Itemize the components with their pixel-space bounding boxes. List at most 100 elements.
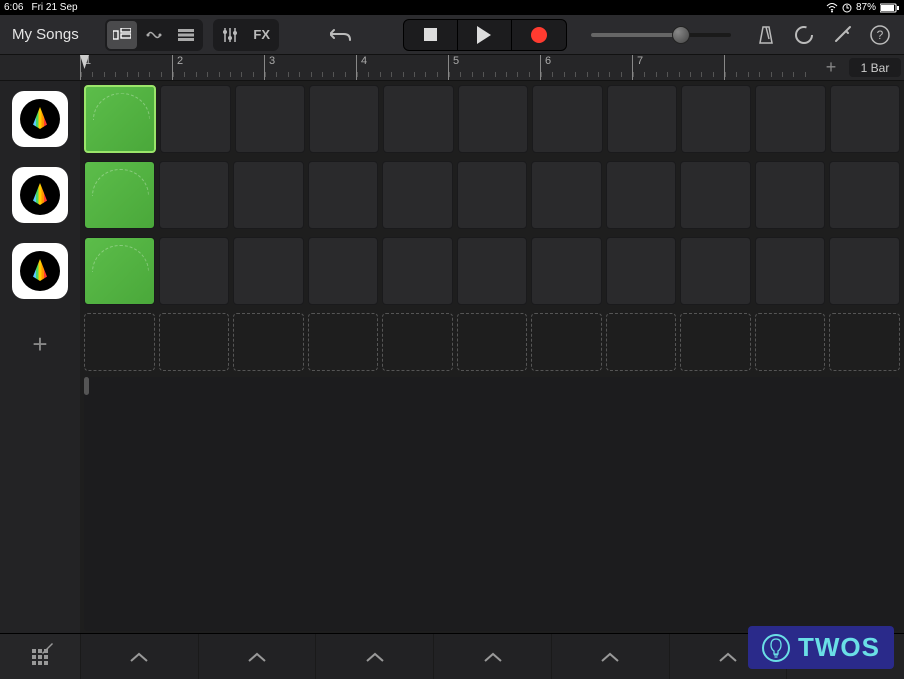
- loop-cell[interactable]: [235, 85, 305, 153]
- svg-text:?: ?: [877, 28, 884, 42]
- empty-loop-cell[interactable]: [84, 313, 155, 371]
- record-button[interactable]: [512, 20, 566, 50]
- loop-cell[interactable]: [233, 161, 304, 229]
- ruler-bar-5[interactable]: 5: [448, 55, 540, 80]
- loop-cell[interactable]: [681, 85, 751, 153]
- metronome-button[interactable]: [754, 23, 778, 47]
- loop-cell[interactable]: [829, 161, 900, 229]
- loop-cell[interactable]: [457, 237, 528, 305]
- track-row-2: [80, 157, 904, 233]
- empty-loop-cell[interactable]: [382, 313, 453, 371]
- loop-cell[interactable]: [458, 85, 528, 153]
- scene-trigger-3[interactable]: [315, 634, 433, 679]
- track-header-3[interactable]: [0, 233, 80, 309]
- volume-thumb[interactable]: [672, 26, 690, 44]
- loop-cell[interactable]: [755, 161, 826, 229]
- loop-cell[interactable]: [382, 161, 453, 229]
- tracks-view-button[interactable]: [107, 21, 137, 49]
- live-loops-button[interactable]: [139, 21, 169, 49]
- scene-trigger-1[interactable]: [80, 634, 198, 679]
- ruler-bar-8[interactable]: [724, 55, 816, 80]
- loop-cell[interactable]: [457, 161, 528, 229]
- ruler-bar-3[interactable]: 3: [264, 55, 356, 80]
- master-volume-slider[interactable]: [591, 33, 731, 37]
- scene-trigger-4[interactable]: [433, 634, 551, 679]
- settings-button[interactable]: [830, 23, 854, 47]
- empty-loop-cell[interactable]: [606, 313, 677, 371]
- empty-loop-cell[interactable]: [159, 313, 230, 371]
- ruler-spacer: [0, 55, 80, 80]
- timeline-ruler[interactable]: 1 2 3 4 5 6 7: [80, 55, 816, 80]
- loop-cell[interactable]: [159, 237, 230, 305]
- loop-cell[interactable]: [159, 161, 230, 229]
- track-header-1[interactable]: [0, 81, 80, 157]
- view-mode-group: [105, 19, 203, 51]
- loop-cell[interactable]: [606, 237, 677, 305]
- fx-button[interactable]: FX: [247, 21, 277, 49]
- empty-loop-cell[interactable]: [233, 313, 304, 371]
- loop-cell[interactable]: [680, 237, 751, 305]
- stop-button[interactable]: [404, 20, 458, 50]
- track-settings-button[interactable]: [215, 21, 245, 49]
- empty-loop-cell[interactable]: [531, 313, 602, 371]
- loop-cell[interactable]: [309, 85, 379, 153]
- loop-cell[interactable]: [829, 237, 900, 305]
- loop-cell[interactable]: [233, 237, 304, 305]
- bar-label: 3: [269, 55, 275, 67]
- scroll-area[interactable]: [84, 377, 900, 631]
- lightbulb-icon: [762, 634, 790, 662]
- empty-loop-cell[interactable]: [457, 313, 528, 371]
- loop-cell[interactable]: [308, 237, 379, 305]
- undo-button[interactable]: [323, 20, 359, 50]
- loop-cell[interactable]: [680, 161, 751, 229]
- loop-cell[interactable]: [606, 161, 677, 229]
- loop-button[interactable]: [792, 23, 816, 47]
- loop-cell[interactable]: [531, 237, 602, 305]
- help-button[interactable]: ?: [868, 23, 892, 47]
- loop-cell[interactable]: [531, 161, 602, 229]
- loop-cell[interactable]: [830, 85, 900, 153]
- ruler-bar-4[interactable]: 4: [356, 55, 448, 80]
- loop-cell[interactable]: [84, 161, 155, 229]
- scene-trigger-5[interactable]: [551, 634, 669, 679]
- battery-pct: 87%: [856, 2, 876, 13]
- rotation-lock-icon: [842, 3, 852, 13]
- bar-label: 6: [545, 55, 551, 67]
- ruler-bar-7[interactable]: 7: [632, 55, 724, 80]
- snap-value-button[interactable]: 1 Bar: [849, 58, 901, 77]
- scene-trigger-2[interactable]: [198, 634, 316, 679]
- empty-loop-cell[interactable]: [308, 313, 379, 371]
- bar-label: 4: [361, 55, 367, 67]
- add-track-button[interactable]: +: [0, 309, 80, 379]
- watermark-badge: TWOS: [748, 626, 894, 669]
- wifi-icon: [826, 3, 838, 13]
- loop-cell[interactable]: [382, 237, 453, 305]
- loop-cell[interactable]: [755, 85, 825, 153]
- loop-cell[interactable]: [84, 237, 155, 305]
- beat-sequencer-icon: [12, 167, 68, 223]
- my-songs-button[interactable]: My Songs: [4, 26, 87, 43]
- loop-cell[interactable]: [383, 85, 453, 153]
- empty-loop-cell[interactable]: [829, 313, 900, 371]
- list-view-button[interactable]: [171, 21, 201, 49]
- loop-cell[interactable]: [607, 85, 677, 153]
- scrollbar-thumb[interactable]: [84, 377, 89, 395]
- loop-cell[interactable]: [160, 85, 230, 153]
- transport-controls: [403, 19, 567, 51]
- empty-loop-cell[interactable]: [680, 313, 751, 371]
- play-button[interactable]: [458, 20, 512, 50]
- chevron-up-icon: [718, 651, 738, 663]
- loop-cell[interactable]: [84, 85, 156, 153]
- grid-edit-button[interactable]: [0, 634, 80, 679]
- empty-loop-cell[interactable]: [755, 313, 826, 371]
- ruler-bar-1[interactable]: 1: [80, 55, 172, 80]
- beat-sequencer-icon: [12, 91, 68, 147]
- bar-label: 2: [177, 55, 183, 67]
- ruler-bar-6[interactable]: 6: [540, 55, 632, 80]
- add-section-button[interactable]: +: [816, 55, 846, 80]
- loop-cell[interactable]: [755, 237, 826, 305]
- loop-cell[interactable]: [308, 161, 379, 229]
- loop-cell[interactable]: [532, 85, 602, 153]
- track-header-2[interactable]: [0, 157, 80, 233]
- ruler-bar-2[interactable]: 2: [172, 55, 264, 80]
